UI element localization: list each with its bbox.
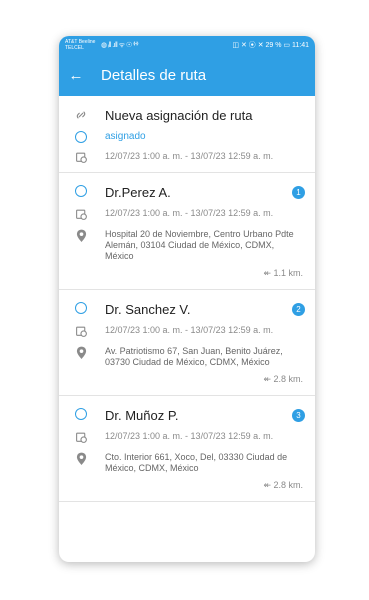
route-date: 12/07/23 1:00 a. m. - 13/07/23 12:59 a. … [105,151,274,161]
route-title: Nueva asignación de ruta [105,108,253,123]
link-icon [71,108,91,122]
location-pin-icon [71,452,91,466]
stop-date: 12/07/23 1:00 a. m. - 13/07/23 12:59 a. … [105,431,274,441]
stop-order-badge: 3 [292,409,305,422]
stop-date: 12/07/23 1:00 a. m. - 13/07/23 12:59 a. … [105,208,274,218]
stop-name-row: Dr.Perez A. 1 [59,181,315,204]
stop-name: Dr. Sanchez V. [105,302,191,317]
route-status: asignado [105,131,146,142]
route-details: Nueva asignación de ruta asignado 12/07/… [59,96,315,502]
status-right: ◫ ✕ ⦿ ✕ 29 % ▭ 11:41 [232,42,309,49]
carrier-name-2: TELCEL [65,45,84,51]
status-bar: AT&T Beeline TELCEL ◍ ᵢll .ıll ᯤ ☉ ⁽ᴴ⁾ ◫… [59,36,315,54]
stop-date: 12/07/23 1:00 a. m. - 13/07/23 12:59 a. … [105,325,274,335]
stop-address: Hospital 20 de Noviembre, Centro Urbano … [105,229,294,261]
carrier-text: AT&T Beeline TELCEL [65,39,101,51]
calendar-clock-icon [71,151,91,164]
stop-card-2[interactable]: Dr. Sanchez V. 2 12/07/23 1:00 a. m. - 1… [59,290,315,396]
stop-card-3[interactable]: Dr. Muñoz P. 3 12/07/23 1:00 a. m. - 13/… [59,396,315,502]
stop-name-row: Dr. Sanchez V. 2 [59,298,315,321]
calendar-clock-icon [71,431,91,444]
stop-address-row: Av. Patriotismo 67, San Juan, Benito Juá… [59,342,315,372]
app-bar: ← Detalles de ruta [59,54,315,96]
status-circle-icon [71,185,91,197]
stop-address: Av. Patriotismo 67, San Juan, Benito Juá… [105,346,283,367]
calendar-clock-icon [71,208,91,221]
status-circle-icon [71,131,91,143]
stop-order-badge: 1 [292,186,305,199]
phone-screen: AT&T Beeline TELCEL ◍ ᵢll .ıll ᯤ ☉ ⁽ᴴ⁾ ◫… [59,36,315,562]
stop-distance-value: 1.1 km. [273,268,303,278]
stop-date-row: 12/07/23 1:00 a. m. - 13/07/23 12:59 a. … [59,321,315,342]
calendar-clock-icon [71,325,91,338]
location-pin-icon [71,229,91,243]
status-circle-icon [71,302,91,314]
status-circle-icon [71,408,91,420]
stop-date-row: 12/07/23 1:00 a. m. - 13/07/23 12:59 a. … [59,204,315,225]
stop-distance-value: 2.8 km. [273,374,303,384]
stop-address-row: Cto. Interior 661, Xoco, Del, 03330 Ciud… [59,448,315,478]
back-arrow-icon[interactable]: ← [61,67,91,84]
stop-distance-value: 2.8 km. [273,480,303,490]
stop-order-badge: 2 [292,303,305,316]
route-header-card: Nueva asignación de ruta asignado 12/07/… [59,96,315,173]
stop-address: Cto. Interior 661, Xoco, Del, 03330 Ciud… [105,452,288,473]
signal-icons: ◍ ᵢll .ıll ᯤ ☉ ⁽ᴴ⁾ [101,41,139,49]
stop-date-row: 12/07/23 1:00 a. m. - 13/07/23 12:59 a. … [59,427,315,448]
stop-card-1[interactable]: Dr.Perez A. 1 12/07/23 1:00 a. m. - 13/0… [59,173,315,290]
stop-name: Dr. Muñoz P. [105,408,179,423]
route-date-row: 12/07/23 1:00 a. m. - 13/07/23 12:59 a. … [59,147,315,168]
stop-distance: ↞ 1.1 km. [263,268,303,278]
stop-name: Dr.Perez A. [105,185,171,200]
stop-distance: ↞ 2.8 km. [263,480,303,490]
stop-name-row: Dr. Muñoz P. 3 [59,404,315,427]
location-pin-icon [71,346,91,360]
route-title-row: Nueva asignación de ruta [59,104,315,127]
route-status-row: asignado [59,127,315,147]
page-title: Detalles de ruta [101,66,207,84]
stop-address-row: Hospital 20 de Noviembre, Centro Urbano … [59,225,315,266]
stop-distance: ↞ 2.8 km. [263,374,303,384]
